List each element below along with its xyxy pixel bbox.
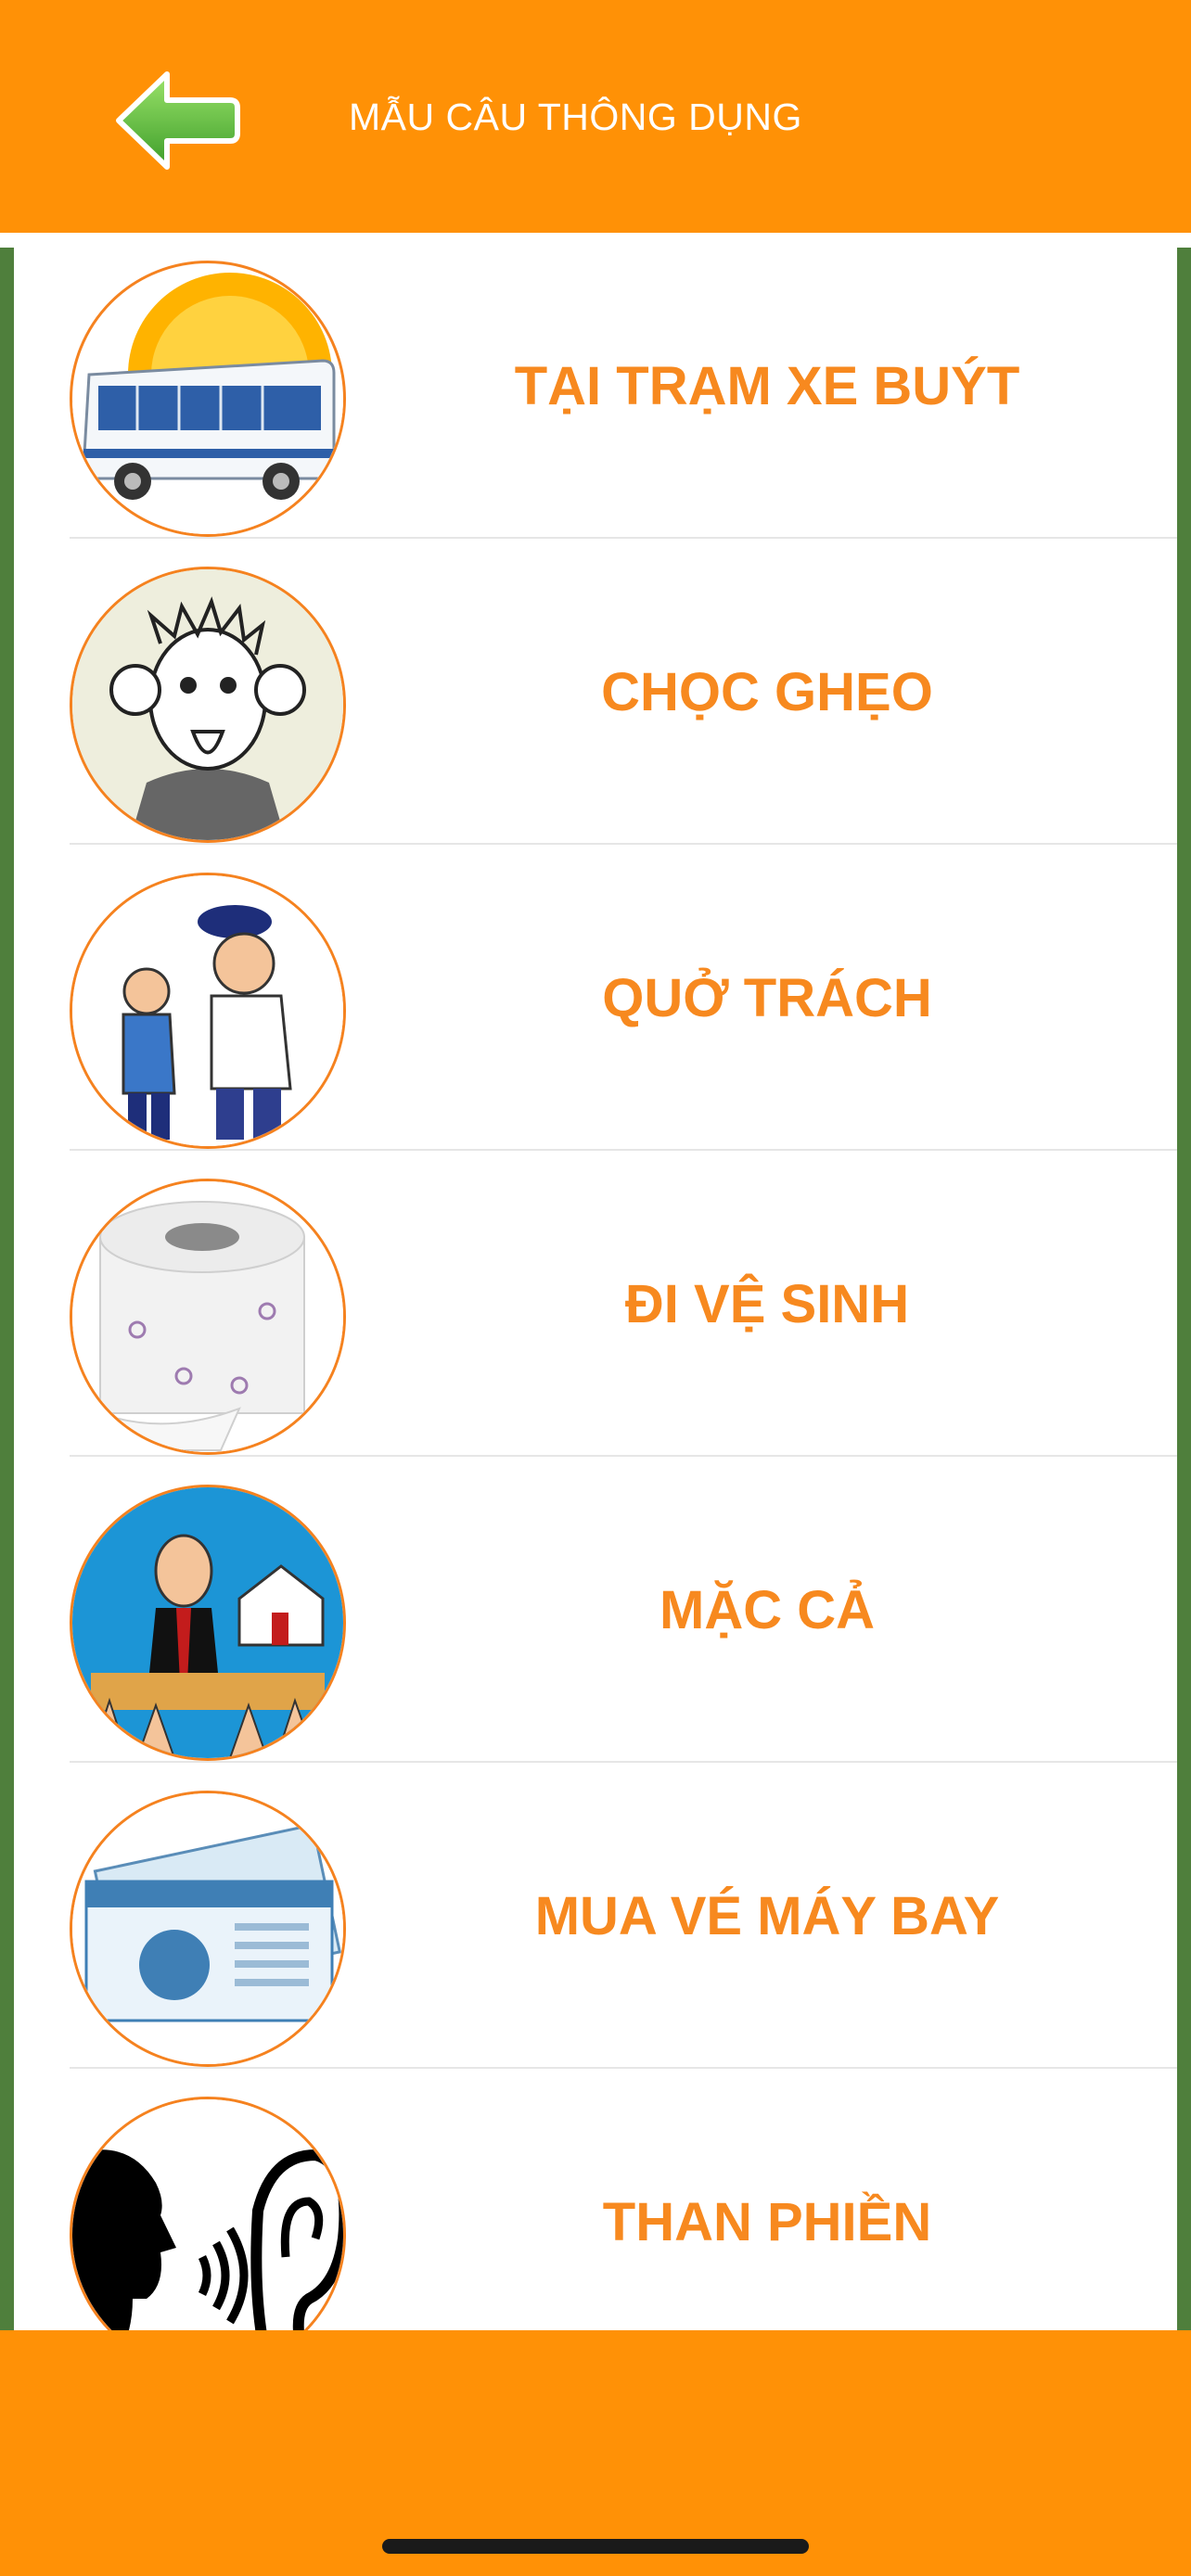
home-indicator[interactable]: [382, 2539, 809, 2554]
list-item-toilet[interactable]: ĐI VỆ SINH: [70, 1151, 1177, 1457]
bus-icon: [72, 273, 343, 534]
list-item-label: ĐI VỆ SINH: [624, 1273, 910, 1334]
teasing-face-icon: [72, 569, 343, 840]
list-item-bargaining[interactable]: MẶC CẢ: [70, 1457, 1177, 1763]
list-item-label: THAN PHIỀN: [602, 2191, 932, 2252]
list-item-label: CHỌC GHẸO: [601, 661, 933, 722]
list-item-teasing[interactable]: CHỌC GHẸO: [70, 539, 1177, 845]
toilet-paper-icon: [72, 1181, 343, 1452]
scolding-guard-icon: [72, 875, 343, 1146]
thumbnail: [70, 2097, 346, 2330]
speaking-listening-icon: [72, 2099, 343, 2330]
list-item-label: QUỞ TRÁCH: [602, 967, 932, 1028]
thumbnail: [70, 1791, 346, 2067]
thumbnail: [70, 567, 346, 843]
list-item-plane-ticket[interactable]: MUA VÉ MÁY BAY: [70, 1763, 1177, 2069]
page-title: MẪU CÂU THÔNG DỤNG: [349, 96, 802, 138]
list-item-complaining[interactable]: THAN PHIỀN: [70, 2069, 1177, 2330]
thumbnail: [70, 1179, 346, 1455]
app-header: MẪU CÂU THÔNG DỤNG: [0, 0, 1191, 233]
auction-house-icon: [72, 1487, 343, 1758]
arrow-left-icon: [116, 71, 240, 170]
thumbnail: [70, 261, 346, 537]
list-item-scolding[interactable]: QUỞ TRÁCH: [70, 845, 1177, 1151]
thumbnail: [70, 1485, 346, 1761]
back-button[interactable]: [113, 65, 241, 176]
list-item-label: TẠI TRẠM XE BUÝT: [514, 355, 1020, 416]
thumbnail: [70, 873, 346, 1149]
boarding-pass-icon: [72, 1793, 343, 2064]
list-item-bus-stop[interactable]: TẠI TRẠM XE BUÝT: [70, 233, 1177, 539]
phrase-category-list: TẠI TRẠM XE BUÝT CHỌC GHẸO QUỞ TRÁCH ĐI …: [0, 233, 1191, 2330]
list-item-label: MẶC CẢ: [660, 1579, 875, 1640]
list-item-label: MUA VÉ MÁY BAY: [534, 1885, 1000, 1946]
